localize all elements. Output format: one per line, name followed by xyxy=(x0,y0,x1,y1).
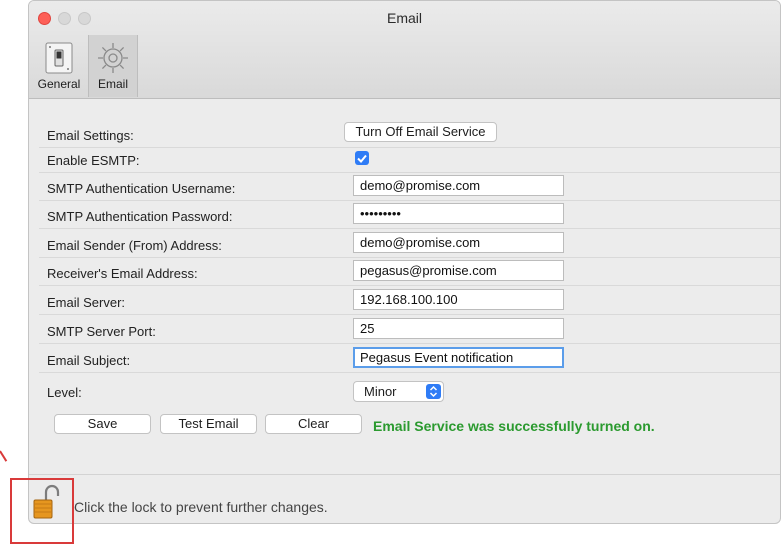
enable-esmtp-checkbox[interactable] xyxy=(355,151,369,165)
tab-general[interactable]: General xyxy=(31,35,87,97)
titlebar: Email General Email xyxy=(29,1,780,99)
email-server-input[interactable]: 192.168.100.100 xyxy=(353,289,564,310)
gear-icon xyxy=(98,43,128,73)
email-settings-panel: Email Settings: Turn Off Email Service E… xyxy=(29,99,780,523)
row-email-server: Email Server: 192.168.100.100 xyxy=(39,286,780,315)
save-button-label: Save xyxy=(87,416,118,431)
row-smtp-port: SMTP Server Port: 25 xyxy=(39,315,780,344)
row-receiver-address: Receiver's Email Address: pegasus@promis… xyxy=(39,257,780,286)
annotation-highlight-box xyxy=(10,478,74,544)
row-smtp-password: SMTP Authentication Password: ••••••••• xyxy=(39,200,780,229)
smtp-password-label: SMTP Authentication Password: xyxy=(47,209,233,224)
clear-button-label: Clear xyxy=(297,416,330,431)
smtp-port-label: SMTP Server Port: xyxy=(47,324,156,339)
level-label: Level: xyxy=(47,385,82,400)
tab-general-label: General xyxy=(37,77,81,91)
tab-email[interactable]: Email xyxy=(88,35,138,97)
row-sender-address: Email Sender (From) Address: demo@promis… xyxy=(39,229,780,258)
email-subject-label: Email Subject: xyxy=(47,353,131,368)
receiver-address-input[interactable]: pegasus@promise.com xyxy=(353,260,564,281)
test-email-button-label: Test Email xyxy=(178,416,239,431)
preferences-window: Email General Email Email Settings: Turn… xyxy=(28,0,781,524)
email-server-label: Email Server: xyxy=(47,295,126,310)
row-enable-esmtp: Enable ESMTP: xyxy=(39,144,780,173)
status-message: Email Service was successfully turned on… xyxy=(373,418,655,434)
level-select-value: Minor xyxy=(364,384,397,399)
row-smtp-username: SMTP Authentication Username: demo@promi… xyxy=(39,172,780,201)
lock-hint-text: Click the lock to prevent further change… xyxy=(74,499,328,515)
footer-divider xyxy=(29,474,780,475)
save-button[interactable]: Save xyxy=(54,414,151,434)
row-email-subject: Email Subject: Pegasus Event notificatio… xyxy=(39,344,780,373)
email-settings-label: Email Settings: xyxy=(47,128,134,143)
window-title: Email xyxy=(386,10,422,26)
clear-button[interactable]: Clear xyxy=(265,414,362,434)
smtp-username-input[interactable]: demo@promise.com xyxy=(353,175,564,196)
smtp-port-input[interactable]: 25 xyxy=(353,318,564,339)
row-level: Level: Minor xyxy=(39,376,780,404)
receiver-address-label: Receiver's Email Address: xyxy=(47,266,198,281)
enable-esmtp-label: Enable ESMTP: xyxy=(47,153,140,168)
sender-address-label: Email Sender (From) Address: xyxy=(47,238,222,253)
email-subject-input[interactable]: Pegasus Event notification xyxy=(353,347,564,368)
smtp-username-label: SMTP Authentication Username: xyxy=(47,181,236,196)
light-switch-icon xyxy=(45,42,73,74)
checkmark-icon xyxy=(357,154,367,163)
turn-off-email-service-button[interactable]: Turn Off Email Service xyxy=(344,122,497,142)
tab-email-label: Email xyxy=(97,77,128,91)
test-email-button[interactable]: Test Email xyxy=(160,414,257,434)
annotation-pointer-line xyxy=(0,450,8,462)
chevron-up-down-icon xyxy=(426,384,441,399)
level-select[interactable]: Minor xyxy=(353,381,444,402)
smtp-password-input[interactable]: ••••••••• xyxy=(353,203,564,224)
turn-off-email-service-label: Turn Off Email Service xyxy=(355,124,486,139)
sender-address-input[interactable]: demo@promise.com xyxy=(353,232,564,253)
